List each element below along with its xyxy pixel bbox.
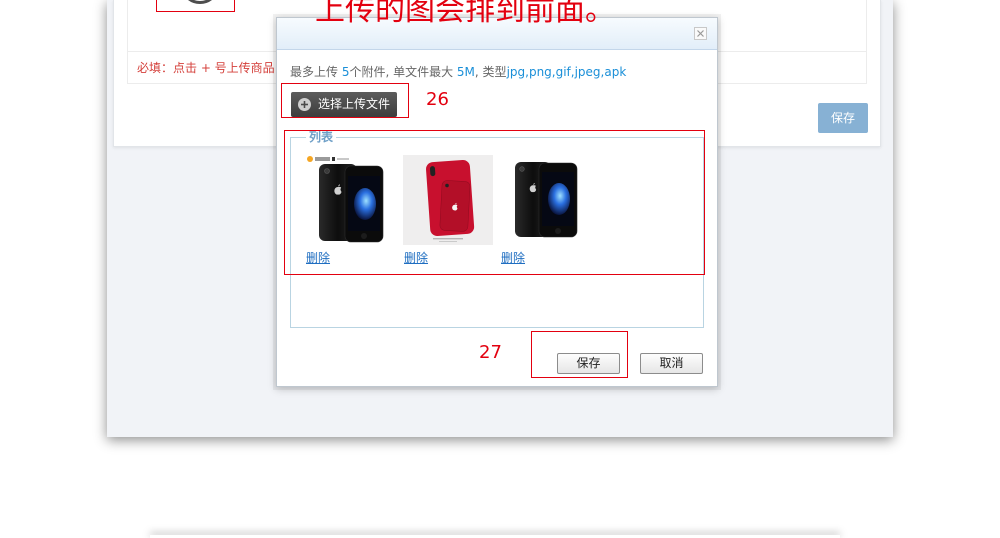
rules-text: , 类型: [474, 65, 507, 79]
step-annotation-27: 27: [479, 342, 502, 363]
plus-circle-icon: [298, 98, 311, 111]
annotation-headline: 上传的图会排到前面。: [315, 0, 615, 28]
allowed-types: jpg,png,gif,jpeg,apk: [506, 65, 627, 79]
select-file-button[interactable]: 选择上传文件: [291, 92, 397, 117]
max-size: 5M: [456, 65, 475, 79]
upload-rules: 最多上传 5个附件, 单文件最大 5M, 类型jpg,png,gif,jpeg,…: [290, 64, 626, 80]
close-icon-glyph: [697, 30, 704, 37]
list-highlight-box: [284, 130, 705, 275]
required-hint: 必填：点击 + 号上传商品: [137, 61, 275, 75]
form-save-button[interactable]: 保存: [818, 103, 868, 133]
dialog-cancel-button[interactable]: 取消: [640, 353, 703, 374]
upload-dialog: 最多上传 5个附件, 单文件最大 5M, 类型jpg,png,gif,jpeg,…: [276, 17, 718, 387]
close-icon[interactable]: [694, 27, 707, 40]
rules-text: 最多上传: [290, 65, 342, 79]
select-file-label: 选择上传文件: [318, 97, 391, 111]
step-annotation-26: 26: [426, 89, 449, 110]
dialog-save-button[interactable]: 保存: [557, 353, 620, 374]
upload-highlight-box: [156, 0, 235, 12]
upload-circle-icon[interactable]: [180, 0, 220, 4]
rules-text: 个附件, 单文件最大: [349, 65, 457, 79]
